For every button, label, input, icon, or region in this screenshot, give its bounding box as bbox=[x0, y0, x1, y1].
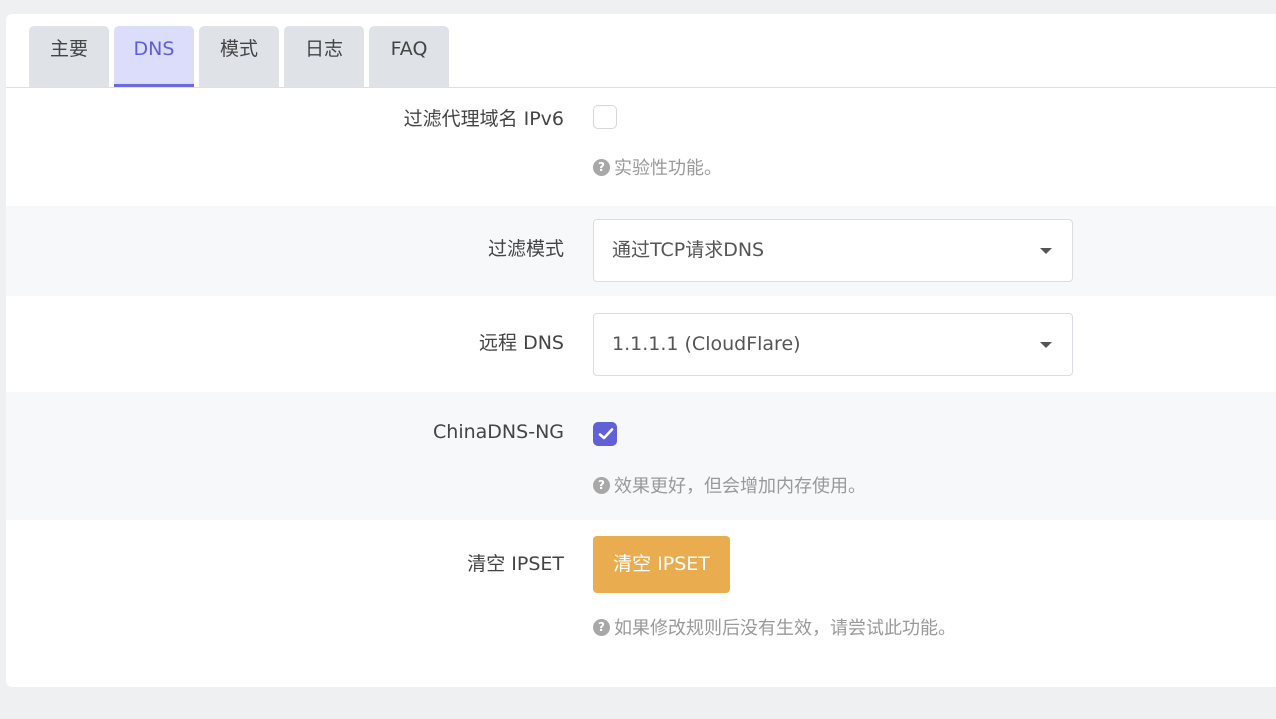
clear-ipset-row: 清空 IPSET 清空 IPSET ? 如果修改规则后没有生效，请尝试此功能。 bbox=[6, 520, 1276, 660]
filter-ipv6-label: 过滤代理域名 IPv6 bbox=[403, 108, 564, 130]
chinadns-ng-checkbox[interactable] bbox=[593, 422, 617, 446]
settings-panel: 主要 DNS 模式 日志 FAQ 过滤代理域名 IPv6 ? 实验性功能。 过滤… bbox=[6, 14, 1276, 687]
filter-mode-select[interactable]: 通过TCP请求DNS bbox=[593, 219, 1073, 282]
filter-mode-value: 通过TCP请求DNS bbox=[612, 239, 765, 261]
filter-ipv6-help: ? 实验性功能。 bbox=[593, 154, 722, 180]
filter-mode-row: 过滤模式 通过TCP请求DNS bbox=[6, 206, 1276, 296]
question-circle-icon: ? bbox=[593, 618, 610, 636]
tab-dns[interactable]: DNS bbox=[114, 26, 194, 87]
tab-bar: 主要 DNS 模式 日志 FAQ bbox=[6, 26, 1276, 88]
tab-log[interactable]: 日志 bbox=[284, 26, 364, 87]
caret-down-icon bbox=[1040, 342, 1052, 348]
tab-mode[interactable]: 模式 bbox=[199, 26, 279, 87]
clear-ipset-help-text: 如果修改规则后没有生效，请尝试此功能。 bbox=[614, 618, 956, 639]
clear-ipset-help: ? 如果修改规则后没有生效，请尝试此功能。 bbox=[593, 614, 956, 640]
clear-ipset-label: 清空 IPSET bbox=[467, 553, 564, 575]
chinadns-ng-label: ChinaDNS-NG bbox=[433, 421, 564, 443]
filter-mode-label: 过滤模式 bbox=[487, 238, 564, 260]
remote-dns-row: 远程 DNS 1.1.1.1 (CloudFlare) bbox=[6, 296, 1276, 392]
tab-faq[interactable]: FAQ bbox=[369, 26, 449, 87]
filter-ipv6-help-text: 实验性功能。 bbox=[614, 158, 722, 179]
question-circle-icon: ? bbox=[593, 158, 610, 176]
caret-down-icon bbox=[1040, 248, 1052, 254]
check-icon bbox=[598, 428, 614, 440]
remote-dns-select[interactable]: 1.1.1.1 (CloudFlare) bbox=[593, 313, 1073, 376]
filter-ipv6-row: 过滤代理域名 IPv6 ? 实验性功能。 bbox=[6, 89, 1276, 206]
clear-ipset-button[interactable]: 清空 IPSET bbox=[593, 536, 730, 593]
remote-dns-label: 远程 DNS bbox=[479, 332, 564, 354]
question-circle-icon: ? bbox=[593, 476, 610, 494]
filter-ipv6-checkbox[interactable] bbox=[593, 105, 617, 129]
chinadns-ng-row: ChinaDNS-NG ? 效果更好，但会增加内存使用。 bbox=[6, 392, 1276, 520]
remote-dns-value: 1.1.1.1 (CloudFlare) bbox=[612, 333, 801, 355]
chinadns-ng-help: ? 效果更好，但会增加内存使用。 bbox=[593, 472, 866, 498]
chinadns-ng-help-text: 效果更好，但会增加内存使用。 bbox=[614, 476, 866, 497]
tab-main[interactable]: 主要 bbox=[29, 26, 109, 87]
